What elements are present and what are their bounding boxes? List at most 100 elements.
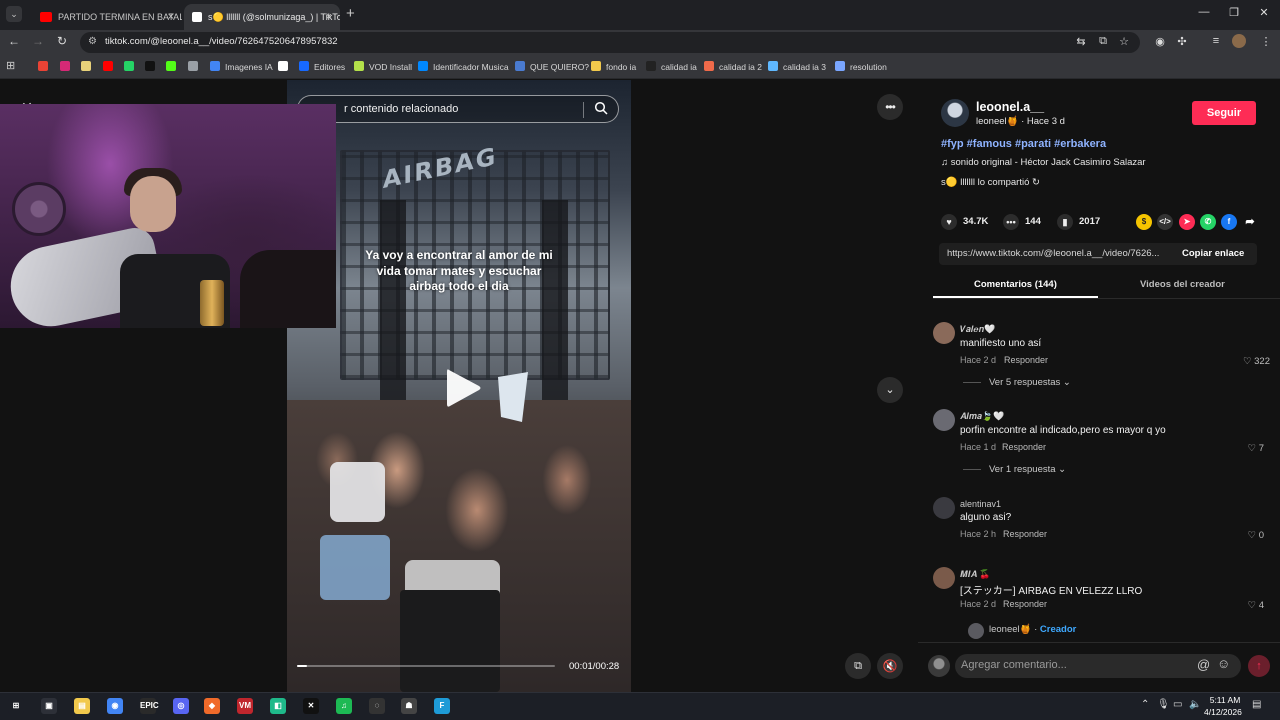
bookmark-item[interactable] (38, 60, 53, 74)
mute-icon[interactable]: 🔇 (877, 653, 903, 679)
obs-icon[interactable]: ◌ (369, 698, 385, 714)
discord-icon[interactable]: ◎ (173, 698, 189, 714)
facebook-icon[interactable]: f (1221, 214, 1237, 230)
game-icon[interactable]: ☗ (401, 698, 417, 714)
new-tab-button[interactable]: + (346, 5, 355, 22)
send-comment-button[interactable]: ↑ (1248, 655, 1270, 677)
extension-badge-icon[interactable]: ◉ (1152, 35, 1168, 48)
send-icon[interactable]: ➤ (1179, 214, 1195, 230)
extensions-icon[interactable]: ✣ (1174, 35, 1190, 48)
comment-like[interactable]: ♡ 322 (1230, 356, 1270, 367)
bookmark-item[interactable] (188, 60, 203, 74)
reply-button[interactable]: Responder (1003, 529, 1047, 539)
reply-button[interactable]: Responder (1003, 599, 1047, 609)
f-app-icon[interactable]: F (434, 698, 450, 714)
share-icon[interactable]: ➦ (1242, 214, 1258, 230)
reply-button[interactable]: Responder (1002, 442, 1046, 452)
creator-avatar[interactable] (968, 623, 984, 639)
epic-games-icon[interactable]: EPIC (140, 698, 159, 714)
bookmark-item[interactable] (166, 60, 181, 74)
back-arrow-icon[interactable]: ← (6, 34, 22, 48)
bookmark-item[interactable] (103, 60, 118, 74)
site-info-icon[interactable]: ⚙ (88, 36, 100, 48)
commenter-avatar[interactable] (933, 497, 955, 519)
tab-comments[interactable]: Comentarios (144) (974, 279, 1057, 290)
comment-username[interactable]: 𝑨𝒍𝒎𝒂🍃🤍 (960, 411, 1004, 422)
picture-in-picture-icon[interactable]: ⧉ (845, 653, 871, 679)
app-icon[interactable]: ◧ (270, 698, 286, 714)
view-replies[interactable]: Ver 5 respuestas ⌄ (963, 377, 1071, 388)
tray-chevron-icon[interactable]: ⌃ (1141, 699, 1149, 710)
like-button[interactable]: ♥ 34.7K (941, 214, 988, 230)
windows-icon[interactable]: ⊞ (8, 698, 24, 714)
brave-icon[interactable]: ◆ (204, 698, 220, 714)
bookmark-item[interactable]: calidad ia 3 (768, 60, 826, 74)
comment-like[interactable]: ♡ 7 (1224, 443, 1264, 454)
capcut-icon[interactable]: ✕ (303, 698, 319, 714)
emoji-icon[interactable]: ☺ (1217, 656, 1230, 671)
music-link[interactable]: ♫ sonido original - Héctor Jack Casimiro… (941, 157, 1146, 168)
voicemeeter-icon[interactable]: VM (237, 698, 253, 714)
tab-close-button[interactable]: × (326, 7, 332, 27)
maximize-button[interactable]: ❐ (1224, 6, 1244, 19)
media-controls-icon[interactable]: ≡ (1208, 35, 1224, 47)
view-replies[interactable]: Ver 1 respuesta ⌄ (963, 464, 1066, 475)
copy-link-button[interactable]: Copiar enlace (1182, 248, 1244, 259)
bookmark-item[interactable]: Editores (299, 60, 345, 74)
bookmark-item[interactable] (278, 60, 293, 74)
bookmark-item[interactable]: resolution (835, 60, 887, 74)
bookmark-item[interactable] (124, 60, 139, 74)
tab-tiktok[interactable]: s🟡 lllllll (@solmunizaga_) | TikTok × (184, 4, 340, 30)
creator-reply-chip[interactable]: leoneel🍯 · Creador (989, 624, 1076, 635)
bookmark-item[interactable]: calidad ia 2 (704, 60, 762, 74)
embed-icon[interactable]: </> (1157, 214, 1173, 230)
tab-close-button[interactable]: × (168, 7, 174, 27)
notification-icon[interactable]: ▤ (1252, 699, 1261, 710)
bookmark-item[interactable]: fondo ia (591, 60, 636, 74)
spotify-icon[interactable]: ♫ (336, 698, 352, 714)
bookmark-item[interactable]: Identificador Musica (418, 60, 509, 74)
address-bar[interactable]: ⚙ tiktok.com/@leoonel.a__/video/76264752… (80, 32, 1140, 53)
bookmark-star-icon[interactable]: ☆ (1116, 35, 1132, 48)
commenter-avatar[interactable] (933, 322, 955, 344)
comment-like[interactable]: ♡ 4 (1224, 600, 1264, 611)
bookmark-item[interactable] (145, 60, 160, 74)
reload-icon[interactable]: ↻ (54, 34, 70, 48)
more-options-icon[interactable]: ••• (877, 94, 903, 120)
comment-button[interactable]: ••• 144 (1003, 214, 1041, 230)
related-search-input[interactable]: r contenido relacionado (297, 95, 619, 123)
bookmark-item[interactable] (81, 60, 96, 74)
close-window-button[interactable]: ✕ (1254, 6, 1274, 19)
coin-icon[interactable]: $ (1136, 214, 1152, 230)
reply-button[interactable]: Responder (1004, 355, 1048, 365)
bookmark-item[interactable]: QUE QUIERO? (515, 60, 589, 74)
file-explorer-icon[interactable]: ▤ (74, 698, 90, 714)
comment-username[interactable]: 𝑽𝒂𝒍𝒆𝒏🤍 (960, 324, 995, 335)
commenter-avatar[interactable] (933, 567, 955, 589)
microphone-icon[interactable]: 🎙 (1157, 699, 1170, 710)
tab-youtube[interactable]: PARTIDO TERMINA EN BATALLA × (26, 4, 182, 30)
bookmark-item[interactable]: calidad ia (646, 60, 697, 74)
video-progress-bar[interactable] (297, 665, 555, 667)
minimize-button[interactable]: — (1194, 6, 1214, 18)
follow-button[interactable]: Seguir (1192, 101, 1256, 125)
comment-username[interactable]: alentinav1 (960, 499, 1001, 509)
volume-icon[interactable]: 🔈 (1189, 699, 1201, 710)
profile-avatar[interactable] (1232, 34, 1246, 48)
bookmark-item[interactable]: Imagenes IA (210, 60, 273, 74)
author-name[interactable]: leoonel.a__ (976, 100, 1044, 114)
network-icon[interactable]: ▭ (1173, 699, 1182, 710)
apps-grid-icon[interactable]: ⊞ (6, 59, 15, 72)
install-app-icon[interactable]: ⧉ (1095, 35, 1111, 48)
chevron-down-icon[interactable]: ⌄ (877, 377, 903, 403)
task-view-icon[interactable]: ▣ (41, 698, 57, 714)
play-icon[interactable] (443, 366, 483, 410)
bookmark-item[interactable]: VOD Install (354, 60, 412, 74)
hashtags[interactable]: #fyp #famous #parati #erbakera (941, 138, 1106, 150)
chrome-icon[interactable]: ◉ (107, 698, 123, 714)
mention-icon[interactable]: @ (1197, 657, 1210, 672)
comment-username[interactable]: 𝑴𝑰𝑨 🍒 (960, 569, 991, 580)
tab-creator-videos[interactable]: Videos del creador (1140, 279, 1225, 290)
commenter-avatar[interactable] (933, 409, 955, 431)
menu-dots-icon[interactable]: ⋮ (1258, 35, 1274, 48)
